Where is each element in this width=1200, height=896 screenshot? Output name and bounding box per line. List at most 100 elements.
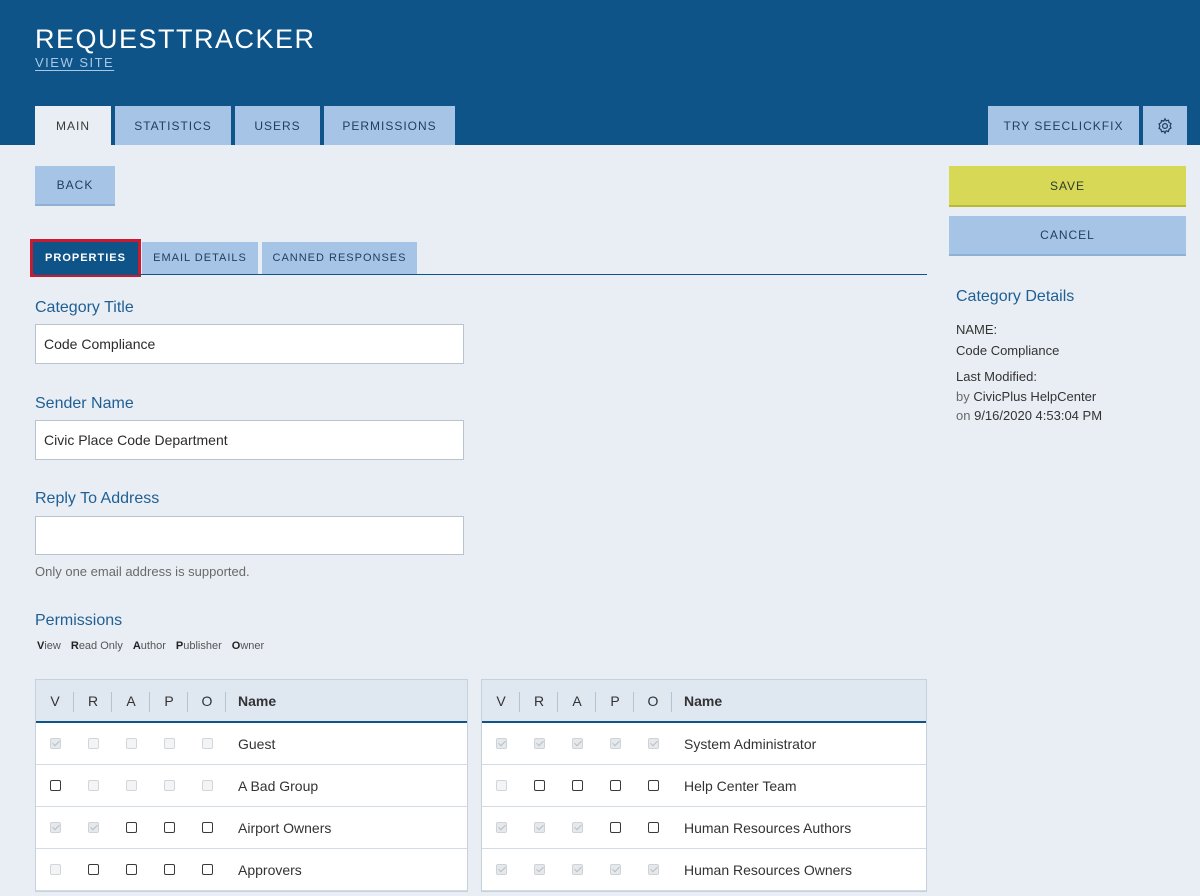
- group-name: Human Resources Authors: [684, 819, 852, 836]
- permission-checkbox-p[interactable]: [163, 822, 175, 833]
- permission-cell: [596, 723, 634, 764]
- reply-to-input[interactable]: [35, 516, 464, 555]
- permission-cell: [558, 807, 596, 848]
- permission-checkbox-r[interactable]: [533, 780, 545, 791]
- permission-checkbox-a[interactable]: [125, 822, 137, 833]
- permissions-table-left: V R A P O Name Guest A Bad Group Airport Owners A…: [35, 679, 468, 892]
- permission-cell: [36, 849, 74, 890]
- permission-cell: [74, 849, 112, 890]
- permission-checkbox-p[interactable]: [163, 864, 175, 875]
- permission-cell: [36, 723, 74, 764]
- permission-checkbox-v[interactable]: [49, 780, 61, 791]
- column-header-p: P: [150, 680, 188, 721]
- permission-cell: [74, 765, 112, 806]
- details-name-label: NAME:: [956, 322, 998, 337]
- permission-checkbox-p[interactable]: [609, 822, 621, 833]
- details-name-value: Code Compliance: [956, 343, 1060, 358]
- group-name: Guest: [238, 735, 276, 752]
- reply-to-help: Only one email address is supported.: [35, 564, 250, 579]
- legend-owner: Owner: [231, 640, 265, 652]
- column-header-r: R: [74, 680, 112, 721]
- group-name: Human Resources Owners: [684, 861, 853, 878]
- table-header: V R A P O Name: [36, 680, 467, 723]
- permission-checkbox-v: [49, 738, 61, 749]
- subtab-canned-responses[interactable]: CANNED RESPONSES: [262, 242, 417, 274]
- tab-statistics[interactable]: STATISTICS: [115, 106, 231, 145]
- try-seeclickfix-button[interactable]: TRY SEECLICKFIX: [988, 106, 1139, 145]
- permission-checkbox-a: [571, 822, 583, 833]
- permission-checkbox-o[interactable]: [201, 864, 213, 875]
- permission-checkbox-a: [571, 738, 583, 749]
- permission-cell: [558, 723, 596, 764]
- permission-cell: [188, 723, 226, 764]
- cancel-button[interactable]: CANCEL: [949, 216, 1186, 256]
- permission-cell: [482, 765, 520, 806]
- sender-name-input[interactable]: [35, 420, 464, 460]
- permission-checkbox-o: [647, 738, 659, 749]
- permission-cell: [74, 723, 112, 764]
- permission-cell: [112, 807, 150, 848]
- tab-main[interactable]: MAIN: [35, 106, 111, 145]
- column-header-name: Name: [684, 692, 723, 709]
- permission-cell: [36, 765, 74, 806]
- group-name: Help Center Team: [684, 777, 797, 794]
- permission-cell: [36, 807, 74, 848]
- table-row: System Administrator: [482, 723, 926, 765]
- table-header: V R A P O Name: [482, 680, 926, 723]
- permission-cell: [634, 723, 672, 764]
- permission-cell: [520, 765, 558, 806]
- permission-checkbox-r[interactable]: [87, 864, 99, 875]
- app-header: REQUESTTRACKER VIEW SITE MAIN STATISTICS…: [0, 0, 1200, 145]
- save-button[interactable]: SAVE: [949, 166, 1186, 207]
- permission-checkbox-r: [533, 822, 545, 833]
- permission-checkbox-p: [163, 780, 175, 791]
- subtab-email-details[interactable]: EMAIL DETAILS: [142, 242, 258, 274]
- permission-checkbox-r: [87, 822, 99, 833]
- permission-checkbox-r: [87, 738, 99, 749]
- subtab-properties[interactable]: PROPERTIES: [30, 239, 141, 277]
- permissions-legend: View Read Only Author Publisher Owner: [37, 640, 264, 652]
- permission-cell: [520, 849, 558, 890]
- permission-cell: [112, 849, 150, 890]
- permissions-table-right: V R A P O Name System Administrator Help Center…: [481, 679, 927, 892]
- settings-button[interactable]: [1143, 106, 1187, 145]
- view-site-link[interactable]: VIEW SITE: [35, 55, 114, 70]
- back-button[interactable]: BACK: [35, 166, 115, 206]
- permission-checkbox-a[interactable]: [125, 864, 137, 875]
- group-name: System Administrator: [684, 735, 817, 752]
- permission-cell: [634, 807, 672, 848]
- permission-cell: [596, 849, 634, 890]
- permission-checkbox-o[interactable]: [647, 780, 659, 791]
- permission-cell: [112, 765, 150, 806]
- permission-cell: [520, 723, 558, 764]
- details-modified-label: Last Modified:: [956, 369, 1037, 384]
- permissions-heading: Permissions: [35, 612, 123, 629]
- permission-checkbox-o[interactable]: [647, 822, 659, 833]
- permission-cell: [482, 849, 520, 890]
- permission-cell: [634, 765, 672, 806]
- permission-checkbox-p[interactable]: [609, 780, 621, 791]
- permission-checkbox-v: [495, 738, 507, 749]
- permission-checkbox-a: [125, 780, 137, 791]
- permission-checkbox-a[interactable]: [571, 780, 583, 791]
- permission-cell: [558, 765, 596, 806]
- permission-checkbox-o: [201, 780, 213, 791]
- permission-checkbox-a: [125, 738, 137, 749]
- column-header-a: A: [558, 680, 596, 721]
- legend-author: Author: [132, 640, 166, 652]
- permission-checkbox-r: [87, 780, 99, 791]
- permission-checkbox-v: [495, 780, 507, 791]
- permission-cell: [150, 849, 188, 890]
- tab-permissions[interactable]: PERMISSIONS: [324, 106, 455, 145]
- reply-to-label: Reply To Address: [35, 490, 160, 507]
- app-title: REQUESTTRACKER: [35, 24, 316, 54]
- category-title-input[interactable]: [35, 324, 464, 364]
- permission-cell: [558, 849, 596, 890]
- permission-checkbox-p: [609, 864, 621, 875]
- group-name: A Bad Group: [238, 777, 319, 794]
- permission-cell: [482, 807, 520, 848]
- permission-checkbox-o[interactable]: [201, 822, 213, 833]
- column-header-o: O: [634, 680, 672, 721]
- column-header-a: A: [112, 680, 150, 721]
- tab-users[interactable]: USERS: [235, 106, 320, 145]
